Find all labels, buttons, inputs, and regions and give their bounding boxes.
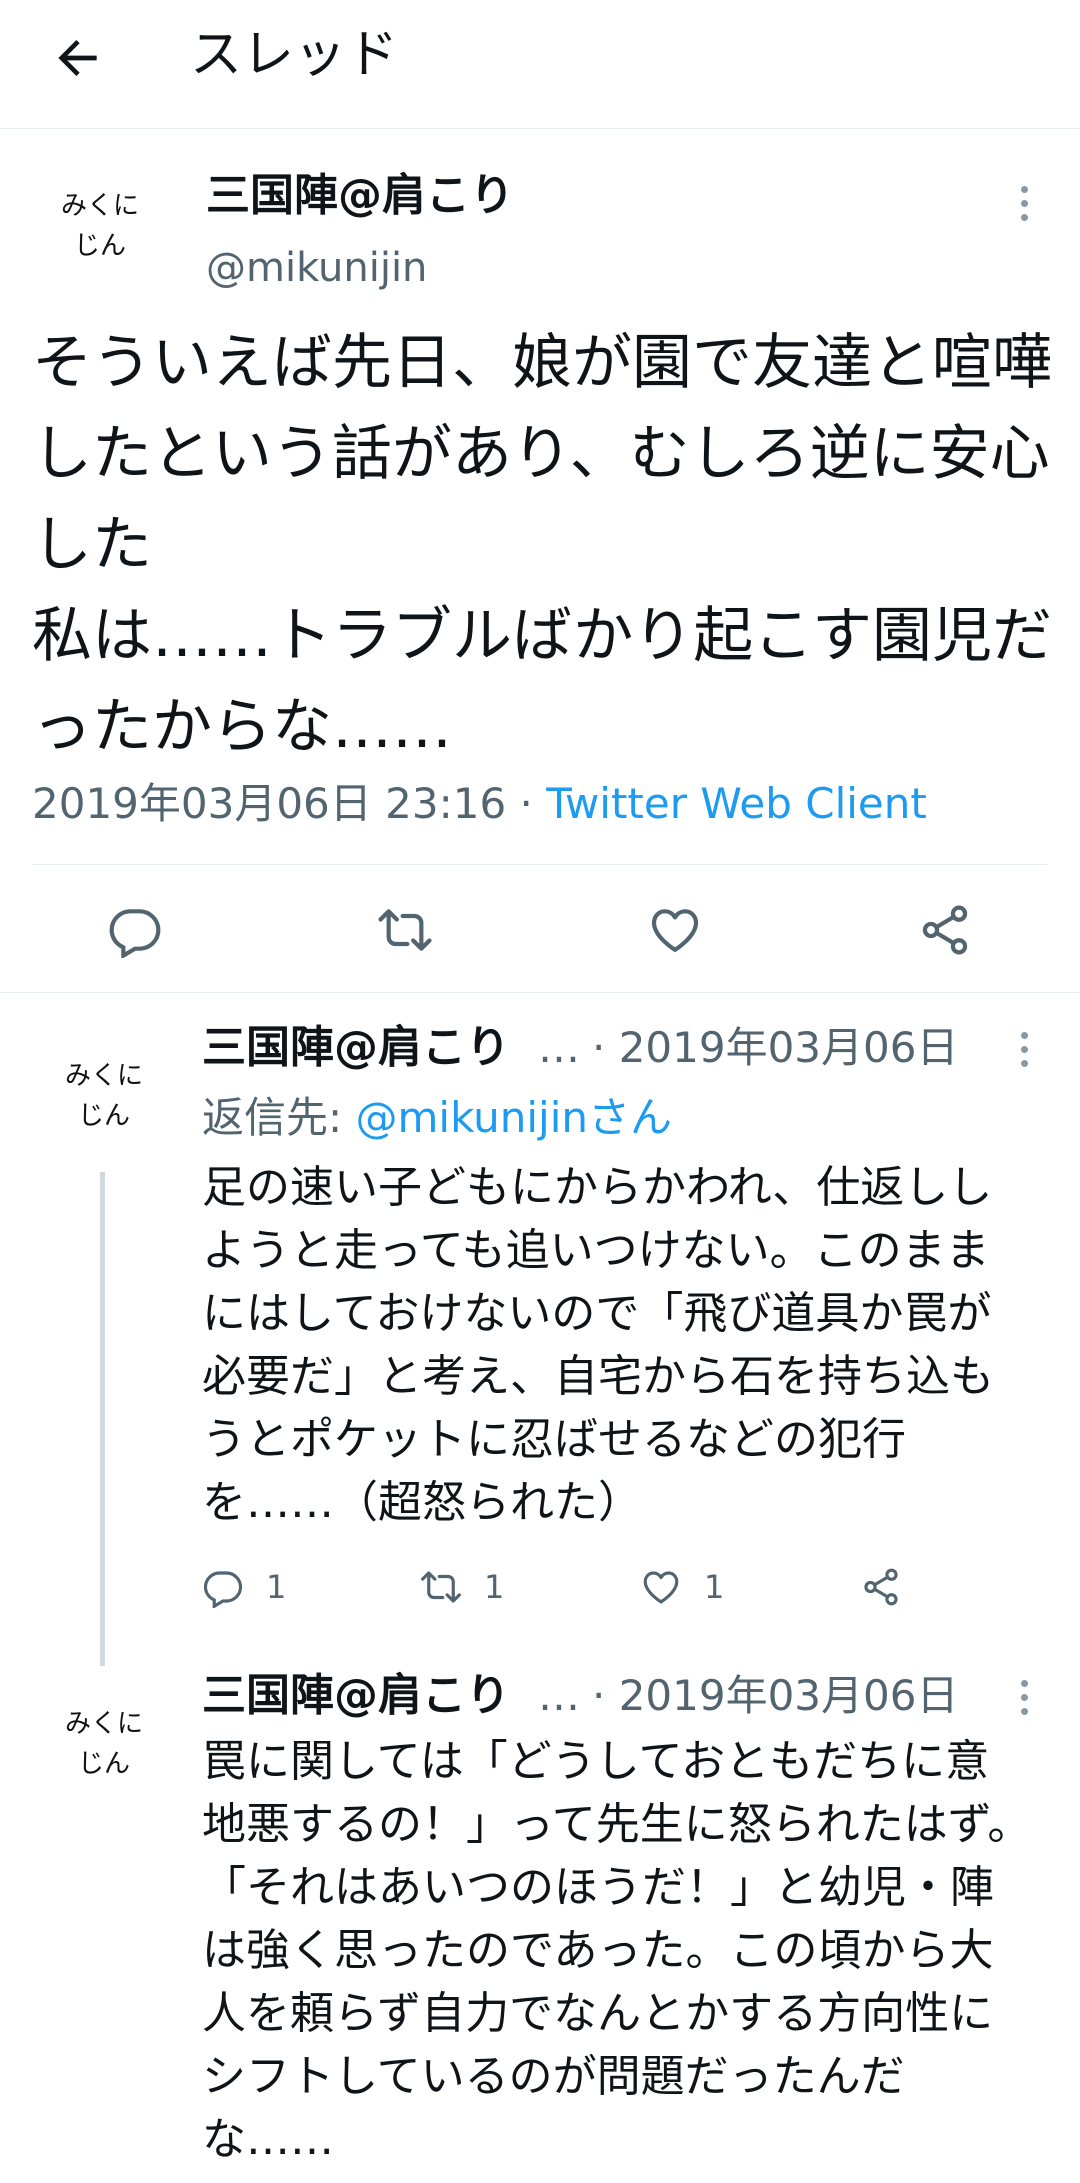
page-title: スレッド [190, 25, 399, 85]
like-icon [643, 1571, 679, 1604]
tweet-text-body: そういえば先日、娘が園で友達と喧嘩したという話があり、むしろ逆に安心した 私は…… [32, 328, 1052, 762]
reply-date[interactable]: · 2019年03月06日 [592, 1668, 958, 1724]
name-truncation: … [538, 1023, 580, 1072]
share-button[interactable] [860, 1566, 924, 1608]
reply-author-name[interactable]: 三国陣@肩こり [202, 1668, 510, 1724]
reply-button[interactable]: 1 [202, 1566, 286, 1608]
avatar-text-line1: みくに [60, 191, 139, 221]
reply-icon[interactable] [107, 902, 163, 958]
more-icon[interactable] [1021, 1680, 1033, 1722]
avatar-text-line2: じん [73, 231, 126, 261]
share-icon[interactable] [917, 902, 973, 958]
tweet-meta: 2019年03月06日 23:16 · Twitter Web Client [32, 776, 927, 832]
reply-to-line: 返信先: @mikunijinさん [202, 1090, 672, 1146]
retweet-count: 1 [484, 1568, 505, 1606]
reply-avatar[interactable]: みくに じん [44, 1684, 164, 1804]
author-name[interactable]: 三国陣@肩こり [206, 168, 514, 224]
thread-connector-line [100, 1172, 105, 1666]
avatar-text-line2: じん [77, 1101, 130, 1131]
reply-count: 1 [266, 1568, 287, 1606]
top-bar: スレッド [0, 0, 1080, 129]
retweet-icon[interactable] [377, 902, 433, 958]
tweet-actions [0, 880, 1080, 980]
divider [0, 992, 1080, 993]
tweet-client[interactable]: Twitter Web Client [546, 779, 927, 828]
avatar[interactable]: みくに じん [40, 166, 160, 286]
meta-separator: · [506, 779, 547, 828]
avatar-text-line1: みくに [64, 1061, 143, 1091]
reply-to-label: 返信先: [202, 1093, 356, 1142]
reply-text: 罠に関しては「どうしておともだちに意地悪するの！」って先生に怒られたはず。「それ… [202, 1736, 1032, 2165]
share-icon [864, 1568, 898, 1606]
tweet-text: そういえば先日、娘が園で友達と喧嘩したという話があり、むしろ逆に安心した 私は…… [32, 318, 1052, 773]
more-icon[interactable] [1021, 186, 1033, 228]
reply-author-name[interactable]: 三国陣@肩こり [202, 1020, 510, 1076]
divider [32, 864, 1048, 865]
like-count: 1 [704, 1568, 725, 1606]
like-button[interactable]: 1 [640, 1566, 724, 1608]
back-arrow-icon[interactable] [50, 30, 106, 86]
avatar-text-line2: じん [77, 1749, 130, 1779]
reply-date[interactable]: · 2019年03月06日 [592, 1020, 958, 1076]
more-icon[interactable] [1021, 1032, 1033, 1074]
avatar-text-line1: みくに [64, 1709, 143, 1739]
like-icon[interactable] [647, 902, 703, 958]
author-handle[interactable]: @mikunijin [206, 242, 427, 294]
reply-text: 足の速い子どもにからかわれ、仕返ししようと走っても追いつけない。このままにはして… [202, 1162, 994, 1528]
reply-icon [203, 1571, 243, 1608]
reply-to-handle[interactable]: @mikunijinさん [356, 1093, 672, 1142]
tweet-datetime[interactable]: 2019年03月06日 23:16 [32, 779, 506, 828]
reply-avatar[interactable]: みくに じん [44, 1036, 164, 1156]
retweet-button[interactable]: 1 [420, 1566, 504, 1608]
name-truncation: … [538, 1671, 580, 1720]
retweet-icon [421, 1571, 461, 1603]
